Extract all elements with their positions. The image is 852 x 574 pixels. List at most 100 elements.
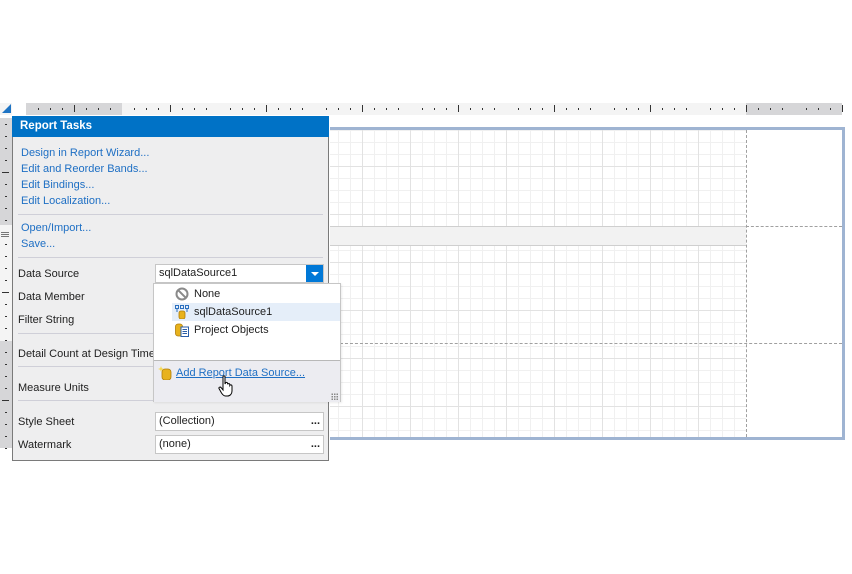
- ruler-tick: [398, 108, 399, 110]
- ruler-tick: [5, 364, 7, 365]
- data-source-label: Data Source: [18, 268, 80, 280]
- ruler-tick: [74, 105, 75, 112]
- ruler-tick: [182, 108, 183, 110]
- report-page[interactable]: [330, 127, 845, 440]
- edit-reorder-bands-link[interactable]: Edit and Reorder Bands...: [21, 162, 148, 176]
- ruler-tick: [5, 388, 7, 389]
- ruler-tick: [554, 105, 555, 112]
- hand-cursor-icon: [218, 375, 233, 397]
- band-separator[interactable]: [330, 226, 746, 246]
- ruler-tick: [5, 184, 7, 185]
- ruler-tick: [5, 244, 7, 245]
- ruler-tick: [446, 108, 447, 110]
- design-grid: [330, 130, 746, 437]
- dropdown-arrow-button[interactable]: [306, 265, 323, 282]
- resize-grip[interactable]: [331, 393, 338, 400]
- style-sheet-label: Style Sheet: [18, 416, 75, 428]
- data-source-dropdown: None sqlDataSource1 Project Objects Add …: [153, 283, 341, 402]
- ruler-tick: [5, 352, 7, 353]
- ruler-tick: [5, 424, 7, 425]
- ruler-tick: [5, 256, 7, 257]
- ruler-tick: [362, 105, 363, 112]
- horizontal-ruler[interactable]: [26, 103, 843, 115]
- ruler-tick: [470, 108, 471, 110]
- ruler-tick: [290, 108, 291, 110]
- data-member-label: Data Member: [18, 291, 85, 303]
- dropdown-item-sqldatasource1[interactable]: sqlDataSource1: [172, 303, 340, 321]
- ruler-tick: [206, 108, 207, 110]
- ruler-tick: [830, 108, 831, 110]
- ruler-tick: [626, 108, 627, 110]
- ruler-tick: [482, 108, 483, 110]
- ruler-tick: [158, 108, 159, 110]
- watermark-ellipsis-button[interactable]: ...: [311, 436, 320, 453]
- vertical-ruler[interactable]: [0, 118, 12, 449]
- ruler-tick: [746, 105, 747, 112]
- dropdown-footer: Add Report Data Source...: [154, 360, 340, 402]
- ruler-tick: [326, 108, 327, 110]
- edit-bindings-link[interactable]: Edit Bindings...: [21, 178, 94, 192]
- ruler-tick: [5, 328, 7, 329]
- ruler-tick: [638, 108, 639, 110]
- ruler-tick: [578, 108, 579, 110]
- divider: [18, 257, 323, 258]
- panel-title: Report Tasks: [12, 116, 329, 137]
- ruler-tick: [5, 412, 7, 413]
- ruler-tick: [566, 108, 567, 110]
- ruler-tick: [734, 108, 735, 110]
- none-icon: [175, 287, 189, 301]
- ruler-tick: [374, 108, 375, 110]
- ruler-tick: [266, 105, 267, 112]
- divider: [18, 214, 323, 215]
- ruler-tick: [5, 220, 7, 221]
- ruler-tick: [5, 340, 7, 341]
- dropdown-item-none[interactable]: None: [172, 285, 340, 303]
- ruler-tick: [650, 105, 651, 112]
- ruler-tick: [542, 108, 543, 110]
- ruler-tick: [770, 108, 771, 110]
- add-report-data-source-link[interactable]: Add Report Data Source...: [176, 366, 305, 380]
- ruler-tick: [5, 268, 7, 269]
- ruler-tick: [254, 108, 255, 110]
- ruler-tick: [422, 108, 423, 110]
- ruler-tick: [458, 105, 459, 112]
- ruler-tick: [134, 108, 135, 110]
- open-import-link[interactable]: Open/Import...: [21, 221, 91, 235]
- style-sheet-field[interactable]: (Collection) ...: [155, 412, 324, 431]
- right-margin-line: [746, 130, 747, 437]
- ruler-tick: [530, 108, 531, 110]
- dropdown-item-project-objects[interactable]: Project Objects: [172, 321, 340, 339]
- dropdown-item-label: sqlDataSource1: [194, 306, 273, 318]
- data-source-combo[interactable]: sqlDataSource1: [155, 264, 324, 283]
- ruler-tick: [590, 108, 591, 110]
- ruler-tick: [5, 136, 7, 137]
- ruler-tick: [710, 108, 711, 110]
- band-boundary-line: [330, 343, 842, 344]
- save-link[interactable]: Save...: [21, 237, 55, 251]
- band-boundary-line: [746, 226, 842, 227]
- ruler-tick: [818, 108, 819, 110]
- design-in-report-wizard-link[interactable]: Design in Report Wizard...: [21, 146, 149, 160]
- ruler-tick: [338, 108, 339, 110]
- sql-data-source-icon: [175, 305, 189, 319]
- edit-localization-link[interactable]: Edit Localization...: [21, 194, 110, 208]
- ruler-tick: [494, 108, 495, 110]
- ruler-tick: [662, 108, 663, 110]
- ruler-tick: [5, 196, 7, 197]
- ruler-tick: [842, 105, 843, 112]
- ruler-tick: [5, 436, 7, 437]
- add-data-source-icon: [158, 366, 172, 380]
- ruler-tick: [434, 108, 435, 110]
- style-sheet-ellipsis-button[interactable]: ...: [311, 413, 320, 430]
- detail-count-label: Detail Count at Design Time: [18, 348, 155, 360]
- ruler-tick: [230, 108, 231, 110]
- watermark-field[interactable]: (none) ...: [155, 435, 324, 454]
- ruler-tick: [62, 108, 63, 110]
- ruler-grip[interactable]: [1, 232, 9, 233]
- ruler-tick: [5, 208, 7, 209]
- ruler-tick: [242, 108, 243, 110]
- ruler-grip[interactable]: [1, 234, 9, 235]
- ruler-tick: [2, 172, 9, 173]
- ruler-grip[interactable]: [1, 236, 9, 237]
- ruler-tick: [5, 304, 7, 305]
